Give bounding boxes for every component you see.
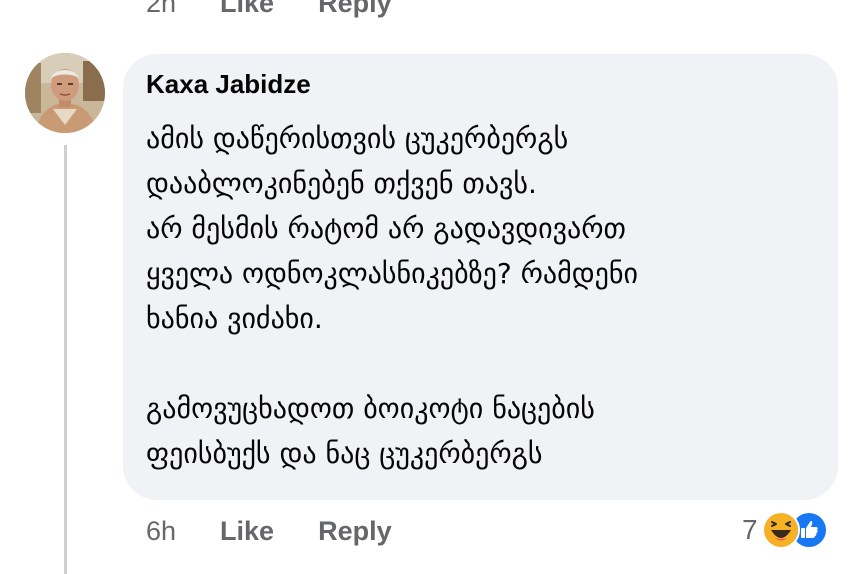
comment-text-blank-line — [146, 341, 826, 386]
comment-text-line: ყველა ოდნოკლასნიკებზე? რამდენი — [146, 257, 638, 290]
comment-author-name[interactable]: Kaxa Jabidze — [146, 69, 311, 100]
avatar-photo — [25, 53, 105, 133]
comment-text-line: გამოვუცხადოთ ბოიკოტი ნაცების — [146, 392, 595, 425]
haha-icon — [761, 511, 800, 549]
like-button[interactable]: Like — [220, 516, 274, 547]
comment-actions: 6h Like Reply — [146, 513, 392, 549]
thread-line — [64, 145, 67, 574]
previous-comment-timestamp[interactable]: 2h — [146, 0, 176, 19]
comment-text-line: ხანია ვიძახი. — [146, 302, 323, 335]
comment-text-line: ფეისბუქს და ნაც ცუკერბერგს — [146, 437, 543, 470]
reactions-summary[interactable]: 7 — [742, 510, 828, 550]
reply-button[interactable]: Reply — [318, 516, 392, 547]
previous-like-button[interactable]: Like — [220, 0, 274, 19]
comment-timestamp[interactable]: 6h — [146, 516, 176, 547]
reaction-count: 7 — [742, 514, 758, 545]
previous-comment-actions: 2h Like Reply — [146, 0, 392, 20]
previous-reply-button[interactable]: Reply — [318, 0, 392, 19]
comment-text: ამის დაწერისთვის ცუკერბერგს დააბლოკინებე… — [146, 116, 826, 476]
comment-text-line: ამის დაწერისთვის ცუკერბერგს — [146, 122, 569, 155]
comment-text-line: არ მესმის რატომ არ გადავდივართ — [146, 212, 626, 245]
comment-text-line: დააბლოკინებენ თქვენ თავს. — [146, 167, 537, 200]
avatar[interactable] — [25, 53, 105, 133]
comment-bubble: Kaxa Jabidze ამის დაწერისთვის ცუკერბერგს… — [123, 54, 838, 500]
